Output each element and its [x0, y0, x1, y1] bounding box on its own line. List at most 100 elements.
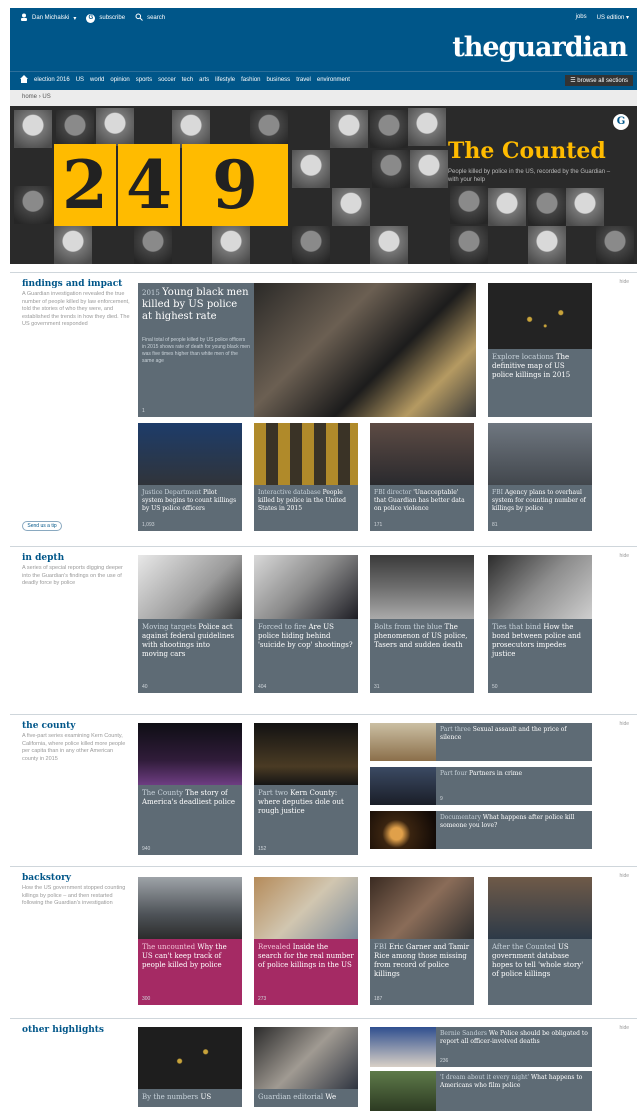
officer-illustration [254, 555, 358, 619]
nav-item[interactable]: tech [182, 77, 193, 83]
counted-subtitle: People killed by police in the US, recor… [448, 169, 611, 183]
browse-label: browse all sections [577, 78, 628, 84]
search-link[interactable]: search [135, 13, 165, 23]
nav-item[interactable]: lifestyle [215, 77, 235, 83]
map-card[interactable]: Explore locations The definitive map of … [488, 283, 592, 417]
nav-item[interactable]: opinion [110, 77, 129, 83]
story-card[interactable]: Moving targets Police act against federa… [138, 555, 242, 693]
story-card[interactable]: FBI Eric Garner and Tamir Rice among tho… [370, 877, 474, 1005]
story-card[interactable]: FBI director 'Unacceptable' that Guardia… [370, 423, 474, 531]
section-backstory: backstory How the US government stopped … [10, 866, 637, 1014]
card-kicker: Bolts from the blue [374, 623, 443, 631]
story-card[interactable]: Revealed Inside the search for the real … [254, 877, 358, 1005]
lightning-illustration [370, 555, 474, 619]
card-kicker: The uncounted [142, 943, 196, 951]
list-story-card[interactable]: Part three Sexual assault and the price … [370, 723, 592, 761]
list-story-card[interactable]: Part four Partners in crime 9 [370, 767, 592, 805]
section-title: in depth [22, 553, 65, 563]
us-map-image [138, 1027, 242, 1089]
card-kicker: Moving targets [142, 623, 197, 631]
list-story-card[interactable]: Documentary What happens after police ki… [370, 811, 592, 849]
victim-photo [14, 186, 52, 224]
nav-item[interactable]: sports [136, 77, 152, 83]
victim-photo [134, 226, 172, 264]
breadcrumb-home[interactable]: home [22, 94, 37, 100]
hide-section-button[interactable]: hide [620, 1025, 629, 1031]
guardian-logo[interactable]: theguardian [452, 32, 628, 63]
feature-card[interactable]: 2015 Young black men killed by US police… [138, 283, 476, 417]
home-icon[interactable] [20, 75, 28, 85]
nav-item[interactable]: environment [317, 77, 350, 83]
account-menu[interactable]: Dan Michalski ▾ [20, 13, 76, 23]
browse-all-sections-button[interactable]: ☰ browse all sections [565, 75, 633, 86]
nav-item[interactable]: arts [199, 77, 209, 83]
counter-digit: 2 [54, 144, 116, 226]
list-story-card[interactable]: 'I dream about it every night' What happ… [370, 1071, 592, 1111]
card-kicker: 2015 [142, 289, 160, 297]
nav-item[interactable]: US [76, 77, 84, 83]
story-card[interactable]: FBI Agency plans to overhaul system for … [488, 423, 592, 531]
list-story-card[interactable]: Bernie Sanders We Police should be oblig… [370, 1027, 592, 1067]
story-card[interactable]: Justice Department Pilot system begins t… [138, 423, 242, 531]
story-card[interactable]: Guardian editorial We [254, 1027, 358, 1107]
section-description: A five-part series examining Kern County… [22, 733, 126, 762]
police-car-illustration [138, 555, 242, 619]
nav-item[interactable]: travel [296, 77, 311, 83]
comment-count: 152 [258, 846, 267, 852]
nav-item[interactable]: fashion [241, 77, 260, 83]
section-title: other highlights [22, 1025, 105, 1035]
card-headline: Partners in crime [469, 770, 523, 777]
hide-section-button[interactable]: hide [620, 553, 629, 559]
night-street-photo [138, 723, 242, 785]
nav-item[interactable]: soccer [158, 77, 176, 83]
victim-photo [292, 150, 330, 188]
card-headline: Eric Garner and Tamir Rice among those m… [374, 943, 470, 978]
send-tip-button[interactable]: Send us a tip [22, 521, 62, 531]
user-name: Dan Michalski [32, 15, 70, 21]
section-other-highlights: other highlights hide By the numbers US … [10, 1018, 637, 1111]
card-kicker: Revealed [258, 943, 291, 951]
story-card[interactable]: Bolts from the blue The phenomenon of US… [370, 555, 474, 693]
comment-count: 273 [258, 996, 267, 1002]
story-card[interactable]: Part two Kern County: where deputies dol… [254, 723, 358, 855]
story-card[interactable]: After the Counted US government database… [488, 877, 592, 1005]
hide-section-button[interactable]: hide [620, 279, 629, 285]
protest-sign-photo [138, 877, 242, 939]
card-kicker: Explore locations [492, 353, 554, 361]
section-title: findings and impact [22, 279, 123, 289]
search-label: search [147, 15, 166, 21]
comment-count: 1,093 [142, 522, 155, 528]
breadcrumb-us[interactable]: US [42, 94, 50, 100]
subscribe-link[interactable]: G subscribe [86, 13, 125, 23]
deputy-photo [254, 723, 358, 785]
edition-selector[interactable]: US edition ▾ [597, 14, 629, 21]
story-card[interactable]: Forced to fire Are US police hiding behi… [254, 555, 358, 693]
nav-item[interactable]: election 2016 [34, 77, 70, 83]
story-card[interactable]: Interactive database People killed by po… [254, 423, 358, 531]
card-standfirst: Final total of people killed by US polic… [142, 337, 250, 364]
victim-photo [96, 108, 134, 146]
victim-photo [250, 110, 288, 148]
hide-section-button[interactable]: hide [620, 721, 629, 727]
top-bar: Dan Michalski ▾ G subscribe search jobs U… [10, 8, 637, 28]
card-kicker: Part four [440, 770, 468, 777]
card-kicker: Guardian editorial [258, 1093, 324, 1101]
story-card[interactable]: The uncounted Why the US can't keep trac… [138, 877, 242, 1005]
jobs-link[interactable]: jobs [576, 14, 587, 21]
user-icon [20, 13, 28, 23]
the-counted-hero[interactable]: 2 4 9 G The Counted People killed by pol… [10, 106, 637, 264]
story-card[interactable]: Ties that bind How the bond between poli… [488, 555, 592, 693]
nav-item[interactable]: business [267, 77, 291, 83]
hide-section-button[interactable]: hide [620, 873, 629, 879]
card-headline: US [200, 1093, 212, 1101]
card-kicker: Forced to fire [258, 623, 307, 631]
victim-photo [596, 226, 634, 264]
counter-digit: 4 [118, 144, 180, 226]
card-kicker: Interactive database [258, 489, 321, 496]
story-card[interactable]: The County The story of America's deadli… [138, 723, 242, 855]
nav-item[interactable]: world [90, 77, 104, 83]
victim-photo [14, 110, 52, 148]
story-card[interactable]: By the numbers US [138, 1027, 242, 1107]
card-kicker: FBI [374, 943, 387, 951]
victim-photo [212, 226, 250, 264]
